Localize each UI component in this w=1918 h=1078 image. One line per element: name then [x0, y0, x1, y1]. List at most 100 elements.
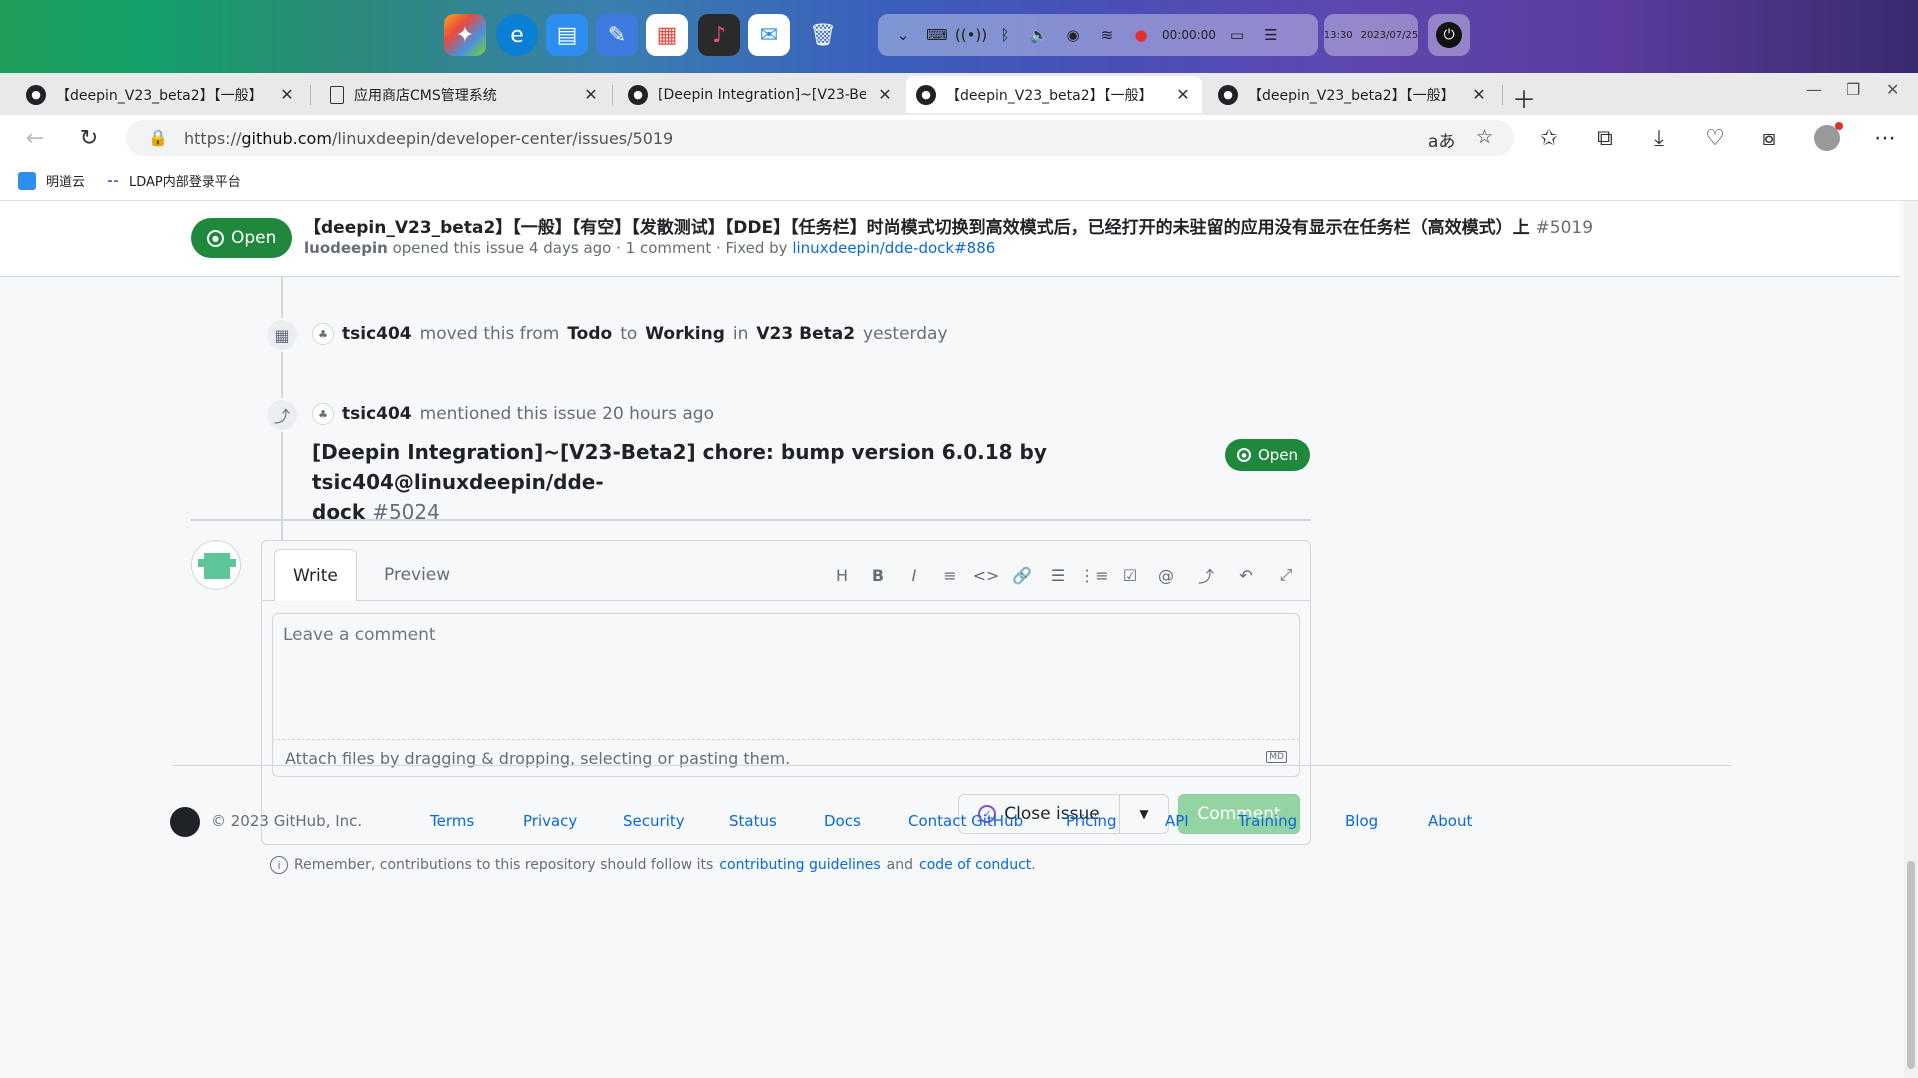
event-project[interactable]: V23 Beta2 — [756, 324, 855, 344]
close-icon[interactable]: ✕ — [1470, 85, 1488, 104]
new-tab-button[interactable]: ＋ — [1512, 80, 1536, 115]
minimize-button[interactable]: — — [1806, 80, 1822, 99]
event-time[interactable]: yesterday — [863, 324, 947, 344]
issue-author[interactable]: luodeepin — [304, 239, 388, 257]
browser-tab-1[interactable]: ● 【deepin_V23_beta2】【一般】 ✕ — [16, 76, 306, 113]
close-icon[interactable]: ✕ — [1174, 85, 1192, 104]
issue-open-icon: ● — [207, 229, 224, 247]
bold-icon[interactable]: B — [866, 563, 890, 587]
launcher-icon[interactable]: ✦ — [444, 14, 486, 56]
translate-icon[interactable]: aあ — [1428, 127, 1455, 152]
extensions-icon[interactable]: ⧇ — [1754, 123, 1784, 153]
reference-icon[interactable]: ⤴ — [1194, 563, 1218, 587]
tab-preview[interactable]: Preview — [366, 549, 468, 601]
more-menu-icon[interactable]: ⋯ — [1870, 123, 1900, 153]
event-actor[interactable]: tsic404 — [342, 404, 412, 424]
volume-icon[interactable]: 🔈 — [1026, 22, 1052, 48]
comment-textarea[interactable]: Leave a comment — [272, 613, 1300, 739]
footer-link-training[interactable]: Training — [1238, 812, 1297, 830]
trash-icon[interactable]: 🗑 — [802, 14, 844, 56]
github-logo-icon[interactable] — [170, 807, 200, 837]
file-manager-icon[interactable]: ▤ — [546, 14, 588, 56]
code-of-conduct-link[interactable]: code of conduct — [919, 857, 1031, 873]
control-center-icon[interactable]: ☰ — [1258, 22, 1284, 48]
broadcast-icon[interactable]: ((•)) — [955, 22, 987, 48]
browser-tab-4[interactable]: ● 【deepin_V23_beta2】【一般】 ✕ — [906, 76, 1202, 113]
window-close-button[interactable]: ✕ — [1886, 80, 1899, 99]
avatar[interactable]: ♣ — [312, 403, 334, 425]
vpn-icon[interactable]: ◉ — [1060, 22, 1086, 48]
bookmark-ldap[interactable]: ⁃⁃ LDAP内部登录平台 — [107, 171, 241, 191]
fullscreen-icon[interactable]: ⤢ — [1274, 563, 1298, 587]
event-actor[interactable]: tsic404 — [342, 324, 412, 344]
github-page: ● Open 【deepin_V23_beta2】【一般】【有空】【发散测试】【… — [0, 201, 1918, 1078]
footer-link-blog[interactable]: Blog — [1345, 812, 1378, 830]
close-icon[interactable]: ✕ — [876, 85, 894, 104]
footer-link-docs[interactable]: Docs — [824, 812, 861, 830]
attach-files-area[interactable]: Attach files by dragging & dropping, sel… — [272, 739, 1300, 777]
task-list-icon[interactable]: ☑ — [1118, 563, 1142, 587]
browser-essentials-icon[interactable]: ♡ — [1700, 123, 1730, 153]
app-store-icon[interactable]: ▦ — [646, 14, 688, 56]
battery-icon[interactable]: ▭ — [1224, 22, 1250, 48]
composer-header: Write Preview H B I ≡ <> 🔗 ☰ ⋮≡ ☑ @ ⤴ ↶ … — [262, 541, 1310, 601]
profile-avatar[interactable] — [1812, 122, 1843, 153]
markdown-icon[interactable]: MD — [1266, 751, 1287, 763]
refresh-button[interactable]: ↻ — [74, 123, 104, 153]
footer-link-about[interactable]: About — [1428, 812, 1472, 830]
note-text: . — [1031, 857, 1036, 873]
collections-icon[interactable]: ⧉ — [1590, 123, 1620, 153]
code-icon[interactable]: <> — [973, 563, 1000, 587]
url-field[interactable]: 🔒 https://github.com/linuxdeepin/develop… — [126, 120, 1514, 156]
browser-tab-3[interactable]: ● [Deepin Integration]~[V23-Beta2] ✕ — [618, 76, 904, 113]
issue-number: #5019 — [1535, 218, 1594, 238]
editor-icon[interactable]: ✎ — [596, 14, 638, 56]
restore-button[interactable]: ❐ — [1846, 80, 1860, 99]
bluetooth-icon[interactable]: ᛒ — [992, 22, 1018, 48]
ordered-list-icon[interactable]: ⋮≡ — [1079, 563, 1108, 587]
close-icon[interactable]: ✕ — [582, 85, 600, 104]
chat-icon[interactable]: ✉ — [748, 14, 790, 56]
browser-tab-2[interactable]: 应用商店CMS管理系统 ✕ — [320, 76, 610, 113]
close-icon[interactable]: ✕ — [278, 85, 296, 104]
wifi-icon[interactable]: ≋ — [1094, 22, 1120, 48]
undo-icon[interactable]: ↶ — [1234, 563, 1258, 587]
avatar[interactable]: ♣ — [312, 323, 334, 345]
link-icon[interactable]: 🔗 — [1010, 563, 1034, 587]
power-button[interactable]: ⏻ — [1428, 14, 1470, 56]
quote-icon[interactable]: ≡ — [938, 563, 962, 587]
scrollbar-thumb[interactable] — [1907, 861, 1915, 1069]
music-icon[interactable]: ♪ — [698, 14, 740, 56]
tab-write[interactable]: Write — [274, 549, 357, 601]
fixed-by-link[interactable]: linuxdeepin/dde-dock#886 — [792, 239, 995, 257]
cross-reference-icon: ⤴ — [265, 398, 299, 432]
unordered-list-icon[interactable]: ☰ — [1046, 563, 1070, 587]
download-icon[interactable]: ⤓ — [1644, 123, 1674, 153]
browser-tab-5[interactable]: ● 【deepin_V23_beta2】【一般】 ✕ — [1208, 76, 1498, 113]
footer-link-security[interactable]: Security — [623, 812, 685, 830]
footer-link-status[interactable]: Status — [729, 812, 777, 830]
referenced-pr-title[interactable]: [Deepin Integration]~[V23-Beta2] chore: … — [312, 437, 1212, 497]
heading-icon[interactable]: H — [830, 563, 854, 587]
footer-link-api[interactable]: API — [1165, 812, 1189, 830]
italic-icon[interactable]: I — [902, 563, 926, 587]
chevron-down-icon[interactable]: ⌄ — [890, 22, 916, 48]
back-button[interactable]: ← — [20, 123, 50, 153]
current-user-avatar[interactable] — [191, 540, 241, 590]
browser-icon[interactable]: e — [496, 14, 538, 56]
page-scrollbar[interactable] — [1904, 201, 1918, 1078]
footer-link-contact[interactable]: Contact GitHub — [908, 812, 1023, 830]
mention-icon[interactable]: @ — [1154, 563, 1178, 587]
footer-link-terms[interactable]: Terms — [430, 812, 474, 830]
footer-link-privacy[interactable]: Privacy — [523, 812, 577, 830]
issue-meta: luodeepin opened this issue 4 days ago ·… — [304, 239, 995, 257]
footer-link-pricing[interactable]: Pricing — [1066, 812, 1117, 830]
favorites-icon[interactable]: ✩ — [1534, 123, 1564, 153]
add-favorite-icon[interactable]: ☆ — [1476, 126, 1493, 148]
screen-record-icon[interactable]: ● — [1128, 22, 1154, 48]
keyboard-icon[interactable]: ⌨ — [924, 22, 950, 48]
bookmark-mingdaoyun[interactable]: 明道云 — [18, 171, 85, 190]
clock[interactable]: 13:30 2023/07/25 — [1324, 14, 1418, 56]
contributing-guidelines-link[interactable]: contributing guidelines — [719, 857, 880, 873]
lock-icon[interactable]: 🔒 — [148, 128, 168, 147]
